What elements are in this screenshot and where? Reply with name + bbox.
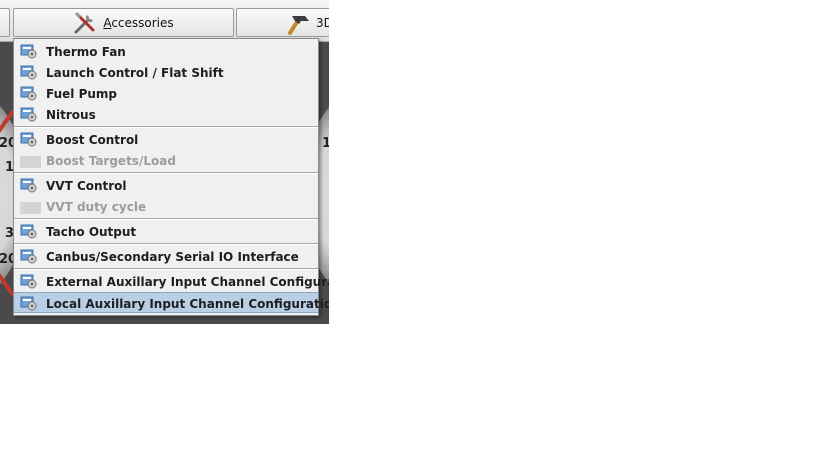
accessories-dropdown-menu: Thermo Fan Launch Control / Flat Shift F… <box>13 38 329 316</box>
application-window: 20 1 1 3 20 Accessories 3D Thermo Fan La… <box>0 0 329 324</box>
menu-item-fuel-pump[interactable]: Fuel Pump <box>14 83 318 104</box>
menu-bottom-padding <box>14 313 318 315</box>
menu-item-label: Tacho Output <box>46 225 137 239</box>
settings-dialog-icon <box>20 86 37 101</box>
tools-icon <box>74 11 95 33</box>
menu-item-label: Boost Targets/Load <box>46 154 176 168</box>
settings-dialog-icon <box>20 65 37 80</box>
menu-item-tacho-output[interactable]: Tacho Output <box>14 221 318 242</box>
menu-item-label: VVT Control <box>46 179 127 193</box>
accessories-label: Accessories <box>103 15 174 30</box>
menu-item-vvt-control[interactable]: VVT Control <box>14 175 318 196</box>
menu-item-boost-control[interactable]: Boost Control <box>14 129 318 150</box>
menu-item-vvt-duty-cycle: VVT duty cycle <box>14 196 318 217</box>
menu-item-label: External Auxillary Input Channel Configu… <box>46 275 329 289</box>
settings-dialog-icon <box>20 132 37 147</box>
menu-item-label: Fuel Pump <box>46 87 118 101</box>
accessories-menu-button[interactable]: Accessories <box>13 8 234 37</box>
menu-item-external-aux-input[interactable]: External Auxillary Input Channel Configu… <box>14 271 329 292</box>
menu-item-launch-control[interactable]: Launch Control / Flat Shift <box>14 62 318 83</box>
settings-dialog-icon <box>20 296 37 311</box>
table-placeholder-icon <box>20 156 41 168</box>
settings-dialog-icon <box>20 224 37 239</box>
settings-dialog-icon <box>20 107 37 122</box>
menu-item-label: Nitrous <box>46 108 96 122</box>
menu-item-label: Local Auxillary Input Channel Configurat… <box>46 297 329 311</box>
hammer-icon <box>288 16 309 35</box>
3d-button[interactable]: 3D <box>236 8 329 37</box>
menu-item-nitrous[interactable]: Nitrous <box>14 104 318 125</box>
toolbar-button-previous[interactable] <box>0 8 10 37</box>
3d-button-label: 3D <box>316 16 329 30</box>
menu-item-label: VVT duty cycle <box>46 200 147 214</box>
settings-dialog-icon <box>20 178 37 193</box>
menu-item-boost-targets-load: Boost Targets/Load <box>14 150 318 171</box>
menu-item-local-aux-input[interactable]: Local Auxillary Input Channel Configurat… <box>14 292 329 313</box>
menu-item-label: Boost Control <box>46 133 139 147</box>
gauge-number: 1 <box>322 136 329 151</box>
menu-item-label: Thermo Fan <box>46 45 126 59</box>
settings-dialog-icon <box>20 274 37 289</box>
menu-item-label: Canbus/Secondary Serial IO Interface <box>46 250 299 264</box>
menu-item-thermo-fan[interactable]: Thermo Fan <box>14 41 318 62</box>
settings-dialog-icon <box>20 249 37 264</box>
table-placeholder-icon <box>20 202 41 214</box>
toolbar: Accessories 3D <box>0 0 329 42</box>
menu-item-label: Launch Control / Flat Shift <box>46 66 224 80</box>
settings-dialog-icon <box>20 44 37 59</box>
menu-item-canbus-serial-io[interactable]: Canbus/Secondary Serial IO Interface <box>14 246 318 267</box>
